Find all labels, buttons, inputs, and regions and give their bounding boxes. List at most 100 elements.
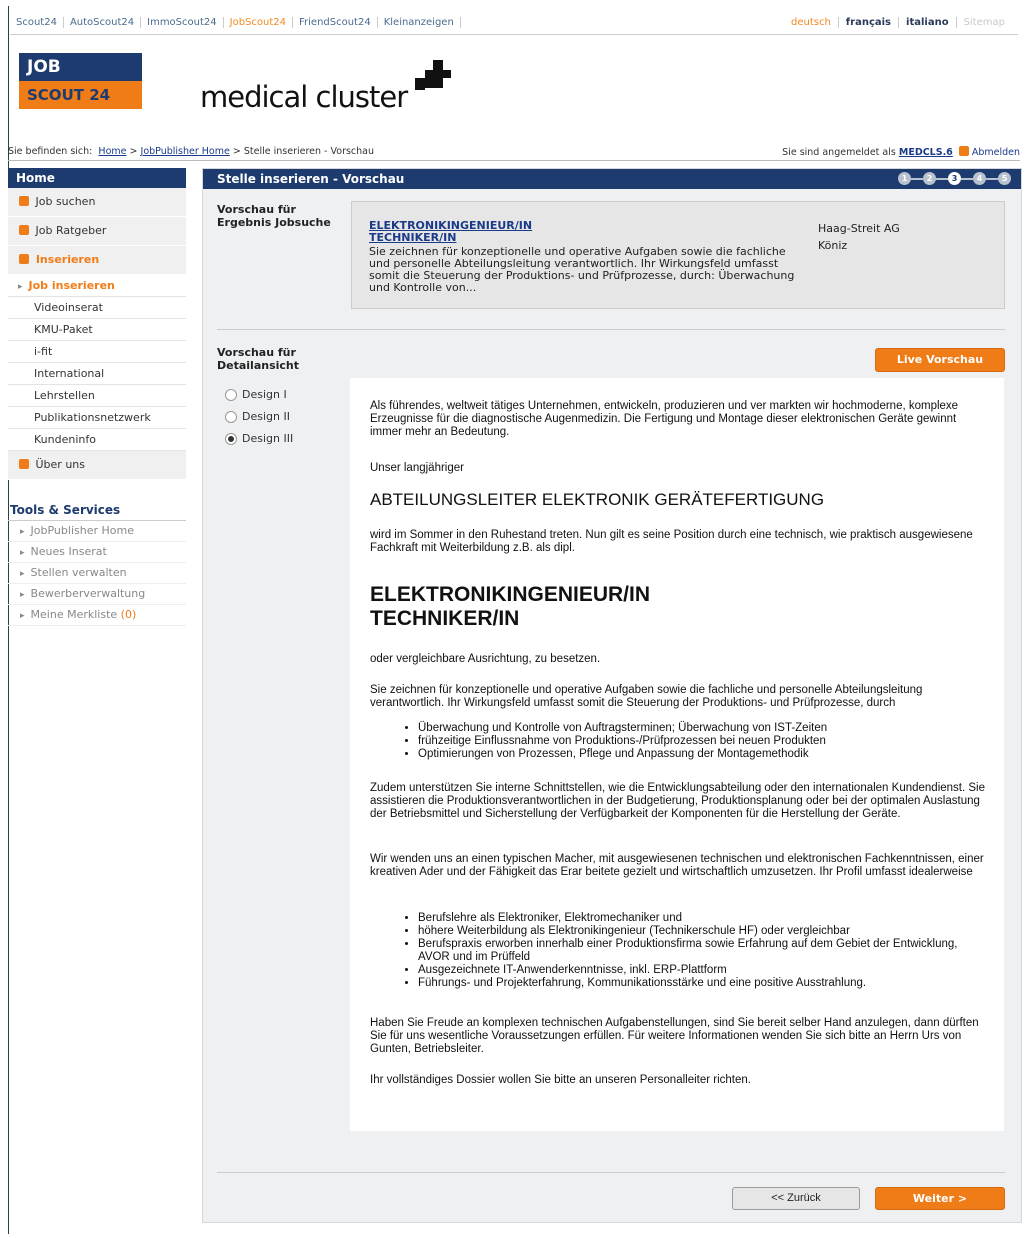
- breadcrumb-sep: >: [129, 146, 138, 157]
- detail-p4: oder vergleichbare Ausrichtung, zu beset…: [370, 653, 601, 665]
- breadcrumb-home-link[interactable]: Home: [98, 146, 126, 157]
- jobscout24-logo[interactable]: JOB SCOUT 24: [19, 53, 142, 109]
- divider: [217, 329, 1005, 330]
- sidebar-sub-i-fit[interactable]: i-fit: [8, 341, 186, 363]
- login-status: Sie sind angemeldet als MEDCLS.6 Abmelde…: [782, 146, 1020, 158]
- sidebar-item-job-suchen[interactable]: Job suchen: [8, 188, 186, 217]
- tool-stellen-verwalten[interactable]: ▸ Stellen verwalten: [8, 563, 186, 584]
- sidebar-sub-videoinserat[interactable]: Videoinserat: [8, 297, 186, 319]
- sidebar-sub-international[interactable]: International: [8, 363, 186, 385]
- sidebar-item-job-ratgeber[interactable]: Job Ratgeber: [8, 217, 186, 246]
- tool-label: Neues Inserat: [30, 545, 107, 558]
- main-header: Stelle inserieren - Vorschau 1 2 3 4 5: [203, 169, 1021, 189]
- link-immoscout24[interactable]: ImmoScout24: [141, 17, 224, 28]
- tool-label: JobPublisher Home: [30, 524, 134, 537]
- link-kleinanzeigen[interactable]: Kleinanzeigen: [377, 17, 461, 28]
- sidebar-item-inserieren[interactable]: Inserieren: [8, 246, 186, 275]
- link-friendscout24[interactable]: FriendScout24: [293, 17, 378, 28]
- detail-subheading: ABTEILUNGSLEITER ELEKTRONIK GERÄTEFERTIG…: [370, 490, 825, 509]
- design-option-3[interactable]: Design III: [225, 432, 293, 445]
- username-link[interactable]: MEDCLS.6: [899, 147, 953, 158]
- lang-italiano[interactable]: italiano: [898, 17, 956, 28]
- result-description: Sie zeichnen für konzeptionelle und oper…: [369, 245, 795, 294]
- sidebar-sub-publikationsnetzwerk[interactable]: Publikationsnetzwerk: [8, 407, 186, 429]
- preview-result-label: Vorschau für Ergebnis Jobsuche: [217, 203, 331, 229]
- arrow-right-icon: ▸: [18, 282, 23, 292]
- tool-neues-inserat[interactable]: ▸ Neues Inserat: [8, 542, 186, 563]
- result-title-line: TECHNIKER/IN: [369, 231, 457, 244]
- design-label: Design I: [242, 388, 287, 401]
- sidebar-sub-lehrstellen[interactable]: Lehrstellen: [8, 385, 186, 407]
- link-jobscout24[interactable]: JobScout24: [223, 17, 293, 28]
- arrow-right-icon: ▸: [20, 527, 25, 537]
- logout-link[interactable]: Abmelden: [972, 147, 1020, 158]
- breadcrumb: Sie befinden sich: Home > JobPublisher H…: [8, 146, 374, 157]
- result-location: Köniz: [818, 239, 848, 252]
- live-preview-button[interactable]: Live Vorschau: [875, 348, 1005, 372]
- sitemap-link[interactable]: Sitemap: [955, 17, 1012, 28]
- detail-list2: Berufslehre als Elektroniker, Elektromec…: [370, 912, 990, 990]
- sidebar-sub-kundeninfo[interactable]: Kundeninfo: [8, 429, 186, 451]
- tool-meine-merkliste[interactable]: ▸ Meine Merkliste (0): [8, 605, 186, 626]
- lang-deutsch[interactable]: deutsch: [784, 17, 838, 28]
- medical-cluster-mark-icon: [415, 60, 452, 90]
- list-item: Berufspraxis erworben innerhalb einer Pr…: [418, 938, 990, 964]
- label-line: Detailansicht: [217, 359, 299, 372]
- sidebar-item-label: Inserieren: [35, 253, 100, 266]
- link-autoscout24[interactable]: AutoScout24: [63, 17, 142, 28]
- radio-button[interactable]: [225, 388, 237, 401]
- list-item: frühzeitige Einflussnahme von Produktion…: [418, 735, 990, 748]
- tool-label: Stellen verwalten: [30, 566, 127, 579]
- lang-francais[interactable]: français: [837, 17, 899, 28]
- list-item: Überwachung und Kontrolle von Auftragste…: [418, 722, 990, 735]
- breadcrumb-jobpublisher-link[interactable]: JobPublisher Home: [141, 146, 230, 157]
- page-title: Stelle inserieren - Vorschau: [217, 172, 405, 186]
- step-2: 2: [923, 172, 936, 185]
- step-5: 5: [998, 172, 1011, 185]
- bullet-icon: [19, 225, 29, 235]
- next-button[interactable]: Weiter >: [875, 1187, 1005, 1210]
- detail-p2: Unser langjähriger: [370, 462, 464, 474]
- job-title-line: TECHNIKER/IN: [370, 607, 520, 630]
- arrow-right-icon: ▸: [20, 590, 25, 600]
- sidebar-sub-job-inserieren[interactable]: ▸ Job inserieren: [8, 275, 186, 297]
- design-option-1[interactable]: Design I: [225, 388, 287, 401]
- tool-label: Bewerberverwaltung: [30, 587, 146, 600]
- sidebar-home-header[interactable]: Home: [8, 168, 186, 188]
- back-button[interactable]: << Zurück: [732, 1187, 860, 1210]
- detail-job-title: ELEKTRONIKINGENIEUR/IN TECHNIKER/IN: [370, 583, 990, 631]
- sidebar-sub-label: Job inserieren: [28, 279, 115, 292]
- step-3-current: 3: [948, 172, 961, 185]
- design-label: Design II: [242, 410, 290, 423]
- divider: [217, 1172, 1005, 1173]
- list-item: höhere Weiterbildung als Elektronikingen…: [418, 925, 990, 938]
- design-option-2[interactable]: Design II: [225, 410, 290, 423]
- result-company-info: Haag-Streit AG Köniz: [818, 220, 900, 254]
- result-title-link[interactable]: ELEKTRONIKINGENIEUR/IN TECHNIKER/IN: [369, 220, 532, 244]
- sidebar-item-ueber-uns[interactable]: Über uns: [8, 451, 186, 480]
- logo-job-text: JOB: [19, 53, 142, 81]
- design-label: Design III: [242, 432, 294, 445]
- list-item: Optimierungen von Prozessen, Pflege und …: [418, 748, 990, 761]
- label-line: Vorschau für: [217, 346, 296, 359]
- tool-bewerberverwaltung[interactable]: ▸ Bewerberverwaltung: [8, 584, 186, 605]
- medical-cluster-text: medical cluster: [200, 80, 408, 114]
- link-scout24[interactable]: Scout24: [16, 17, 64, 28]
- bullet-icon: [19, 196, 29, 206]
- result-company: Haag-Streit AG: [818, 222, 900, 235]
- detail-p3: wird im Sommer in den Ruhestand treten. …: [370, 529, 973, 554]
- label-line: Vorschau für: [217, 203, 296, 216]
- arrow-right-icon: ▸: [20, 548, 25, 558]
- sidebar-sub-kmu-paket[interactable]: KMU-Paket: [8, 319, 186, 341]
- detail-p5: Sie zeichnen für konzeptionelle und oper…: [370, 684, 923, 709]
- bullet-icon: [19, 254, 29, 264]
- job-title-line: ELEKTRONIKINGENIEUR/IN: [370, 583, 651, 606]
- top-navigation-bar: Scout24 AutoScout24 ImmoScout24 JobScout24 F…: [10, 10, 1018, 35]
- step-1: 1: [898, 172, 911, 185]
- sidebar: Home Job suchen Job Ratgeber Inserieren …: [8, 168, 186, 626]
- bullet-icon: [19, 459, 29, 469]
- radio-button-selected[interactable]: [225, 432, 237, 445]
- list-item: Ausgezeichnete IT-Anwenderkenntnisse, in…: [418, 964, 990, 977]
- tool-jobpublisher-home[interactable]: ▸ JobPublisher Home: [8, 521, 186, 542]
- radio-button[interactable]: [225, 410, 237, 423]
